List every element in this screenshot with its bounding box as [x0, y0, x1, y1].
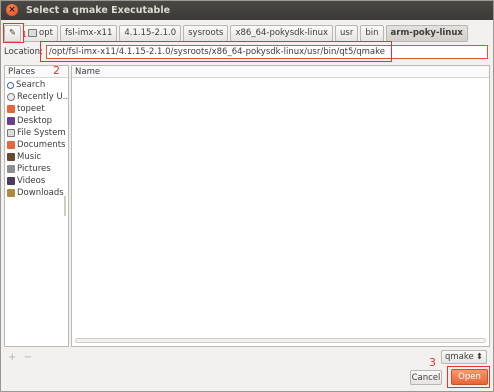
close-icon[interactable]: ×: [6, 4, 18, 16]
annotation-box-edit: [3, 23, 24, 43]
documents-icon: [7, 141, 15, 149]
path-segment-fsl-imx-x11[interactable]: fsl-imx-x11: [59, 24, 118, 42]
path-segment-opt[interactable]: opt: [23, 24, 58, 42]
downloads-icon: [7, 189, 15, 197]
annotation-box-location: [40, 41, 392, 62]
annotation-number-one: 1: [22, 30, 28, 39]
home-icon: [7, 105, 15, 113]
path-segment-usr[interactable]: usr: [335, 24, 359, 42]
file-filter-select[interactable]: qmake ⬍: [441, 350, 487, 364]
chevron-updown-icon: ⬍: [475, 352, 483, 362]
videos-icon: [7, 177, 15, 185]
sidebar-item-videos[interactable]: Videos: [5, 175, 68, 187]
annotation-box-open: [447, 366, 490, 388]
pane-resize-handle[interactable]: [64, 196, 66, 216]
drive-icon: [7, 129, 15, 137]
path-segment-arm-poky-linux[interactable]: arm-poky-linux: [385, 24, 468, 42]
desktop-icon: [7, 117, 15, 125]
name-column-header[interactable]: Name: [72, 66, 489, 78]
annotation-number-three: 3: [429, 356, 436, 369]
music-icon: [7, 153, 15, 161]
path-segment-bin[interactable]: bin: [360, 24, 384, 42]
places-list: Search Recently U... topeet Desktop File…: [5, 78, 68, 199]
add-bookmark-button[interactable]: +: [8, 352, 16, 363]
clock-icon: [7, 93, 15, 101]
remove-bookmark-button[interactable]: −: [24, 352, 32, 363]
annotation-number-two: 2: [53, 64, 60, 77]
sidebar-item-recently-used[interactable]: Recently U...: [5, 91, 68, 103]
sidebar-item-documents[interactable]: Documents: [5, 139, 68, 151]
location-label: Location:: [4, 47, 43, 57]
pictures-icon: [7, 165, 15, 173]
search-icon: [7, 81, 14, 89]
path-bar: ✎ opt fsl-imx-x11 4.1.15-2.1.0 sysroots …: [4, 24, 468, 42]
title-bar: × Select a qmake Executable: [0, 0, 494, 20]
sidebar-item-downloads[interactable]: Downloads: [5, 187, 68, 199]
window-title: Select a qmake Executable: [26, 4, 171, 16]
file-list[interactable]: Name: [71, 65, 490, 347]
cancel-button[interactable]: Cancel: [410, 370, 442, 385]
drive-icon: [28, 29, 37, 37]
path-segment-sysroots[interactable]: sysroots: [183, 24, 229, 42]
sidebar-item-pictures[interactable]: Pictures: [5, 163, 68, 175]
sidebar-item-topeet[interactable]: topeet: [5, 103, 68, 115]
places-sidebar: Places Search Recently U... topeet Deskt…: [4, 65, 69, 347]
filter-value: qmake: [445, 352, 474, 362]
path-segment-version[interactable]: 4.1.15-2.1.0: [119, 24, 182, 42]
sidebar-item-search[interactable]: Search: [5, 79, 68, 91]
sidebar-item-desktop[interactable]: Desktop: [5, 115, 68, 127]
path-segment-x86-64-pokysdk-linux[interactable]: x86_64-pokysdk-linux: [230, 24, 334, 42]
sidebar-add-remove: + −: [8, 352, 32, 363]
horizontal-scrollbar[interactable]: [75, 338, 486, 343]
sidebar-item-file-system[interactable]: File System: [5, 127, 68, 139]
sidebar-item-music[interactable]: Music: [5, 151, 68, 163]
